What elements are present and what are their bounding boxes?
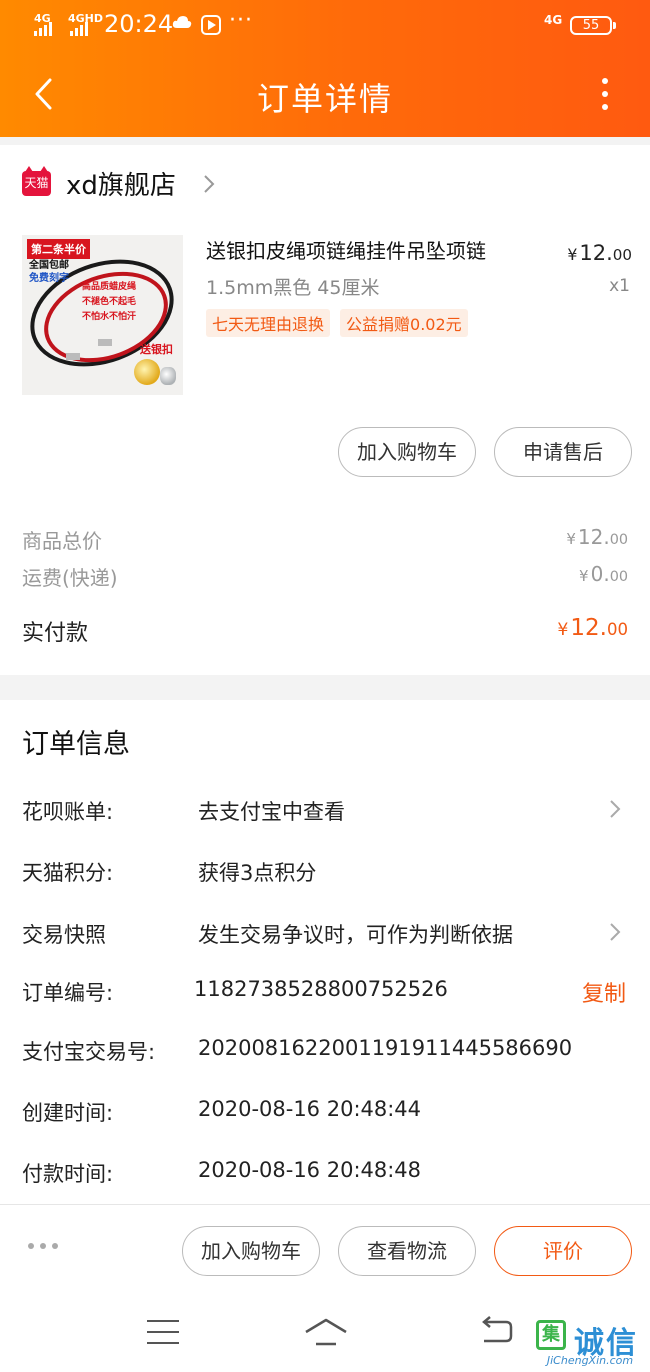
home-icon[interactable] [302, 1314, 350, 1348]
order-number-value: 1182738528800752526 [194, 977, 448, 1001]
review-button[interactable]: 评价 [494, 1226, 632, 1276]
price-integer: 12. [579, 241, 613, 265]
price-currency: ¥ [567, 245, 578, 264]
snapshot-label: 交易快照 [22, 923, 106, 947]
signal-bars-1-icon [34, 22, 52, 36]
battery-icon: 55 [570, 16, 616, 35]
promo-line-2: 免费刻字 [29, 273, 69, 284]
feature-lines: 高品质蜡皮绳 不褪色不起毛 不怕水不怕汗 [82, 280, 136, 325]
tmall-logo-icon: 天猫 [22, 166, 51, 196]
shipping-decimal: 00 [609, 569, 628, 585]
product-quantity: x1 [609, 276, 630, 296]
gold-clasp-icon [134, 359, 160, 385]
charity-badge: 公益捐赠0.02元 [340, 309, 468, 337]
site-watermark: 集 诚信 JiChengXin.com [530, 1304, 650, 1368]
goods-total-amount: ¥12.00 [566, 525, 628, 549]
page-title: 订单详情 [256, 80, 393, 118]
chevron-right-icon[interactable] [202, 173, 216, 195]
product-price: ¥12.00 [567, 241, 632, 265]
view-logistics-button[interactable]: 查看物流 [338, 1226, 476, 1276]
feature-line-1: 高品质蜡皮绳 [82, 282, 137, 292]
system-back-icon[interactable] [478, 1316, 514, 1346]
menu-icon[interactable] [147, 1320, 179, 1344]
paid-currency: ¥ [557, 620, 569, 640]
copy-order-number-button[interactable]: 复制 [582, 976, 626, 1008]
watermark-logo-icon: 集 [536, 1320, 566, 1350]
watermark-url: JiChengXin.com [546, 1354, 634, 1367]
battery-level: 55 [582, 18, 600, 33]
goods-total-integer: 12. [577, 525, 610, 549]
product-spec: 1.5mm黑色 45厘米 [206, 277, 380, 299]
created-time-label: 创建时间: [22, 1101, 114, 1125]
more-actions-icon[interactable] [28, 1243, 58, 1249]
more-notifications-icon: ··· [229, 8, 253, 33]
chevron-right-icon[interactable] [608, 798, 622, 820]
paid-time-label: 付款时间: [22, 1162, 114, 1186]
return-policy-badge: 七天无理由退换 [206, 309, 331, 337]
goods-total-currency: ¥ [566, 530, 576, 548]
promo-lines: 全国包邮 免费刻字 [29, 259, 69, 285]
paid-decimal: 00 [606, 620, 628, 639]
huabei-value[interactable]: 去支付宝中查看 [198, 796, 345, 826]
status-time: 20:24 [104, 10, 174, 38]
shipping-currency: ¥ [579, 567, 589, 585]
after-sale-button[interactable]: 申请售后 [494, 427, 632, 477]
created-time-value: 2020-08-16 20:48:44 [198, 1097, 422, 1121]
paid-amount: ¥12.00 [557, 615, 628, 641]
feature-line-3: 不怕水不怕汗 [82, 312, 137, 322]
paid-label: 实付款 [22, 621, 89, 646]
system-navigation-bar: 集 诚信 JiChengXin.com [0, 1296, 650, 1372]
paid-integer: 12. [570, 615, 607, 641]
shipping-label: 运费(快递) [22, 566, 118, 590]
paid-time-value: 2020-08-16 20:48:48 [198, 1158, 422, 1182]
feature-line-2: 不褪色不起毛 [82, 297, 137, 307]
goods-total-label: 商品总价 [22, 529, 102, 553]
more-options-icon[interactable] [595, 78, 615, 114]
status-bar: 4G 4GHD 20:24 ··· 4G 55 [0, 0, 650, 52]
add-to-cart-button[interactable]: 加入购物车 [338, 427, 476, 477]
chevron-right-icon[interactable] [608, 921, 622, 943]
huabei-label: 花呗账单: [22, 800, 114, 824]
cloud-icon [172, 16, 192, 28]
product-thumbnail[interactable]: 第二条半价 全国包邮 免费刻字 高品质蜡皮绳 不褪色不起毛 不怕水不怕汗 送银扣 [22, 235, 183, 395]
order-number-label: 订单编号: [22, 981, 114, 1005]
shipping-integer: 0. [590, 562, 610, 586]
product-name[interactable]: 送银扣皮绳项链绳挂件吊坠项链 [206, 235, 546, 264]
bottom-add-to-cart-button[interactable]: 加入购物车 [182, 1226, 320, 1276]
network-type: 4G [544, 13, 563, 27]
goods-total-decimal: 00 [609, 532, 628, 548]
order-info-card: 订单信息 花呗账单: 去支付宝中查看 天猫积分: 获得3点积分 交易快照 发生交… [0, 700, 650, 1206]
shop-name-link[interactable]: xd旗舰店 [66, 165, 176, 202]
alipay-trade-value: 2020081622001191911445586690 [198, 1036, 573, 1060]
promo-line-1: 全国包邮 [29, 260, 69, 271]
bottom-action-bar: 加入购物车 查看物流 评价 [0, 1204, 650, 1296]
video-app-icon [201, 15, 221, 35]
tmall-points-value: 获得3点积分 [198, 861, 317, 885]
product-card: 天猫 xd旗舰店 第二条半价 全国包邮 免费刻字 高品质蜡皮绳 不褪色不起毛 不… [0, 145, 650, 675]
shipping-amount: ¥0.00 [579, 562, 628, 586]
header-bar: 4G 4GHD 20:24 ··· 4G 55 订单详情 [0, 0, 650, 137]
order-info-title: 订单信息 [22, 729, 130, 760]
tmall-points-label: 天猫积分: [22, 861, 114, 885]
promo-tag: 第二条半价 [27, 239, 90, 259]
snapshot-value[interactable]: 发生交易争议时，可作为判断依据 [198, 919, 513, 949]
alipay-trade-label: 支付宝交易号: [22, 1040, 156, 1064]
price-decimal: 00 [612, 246, 632, 264]
service-badges: 七天无理由退换 公益捐赠0.02元 [206, 309, 468, 337]
silver-clasp-icon [160, 367, 176, 385]
signal-bars-2-icon [70, 22, 88, 36]
gift-tag: 送银扣 [140, 343, 173, 356]
